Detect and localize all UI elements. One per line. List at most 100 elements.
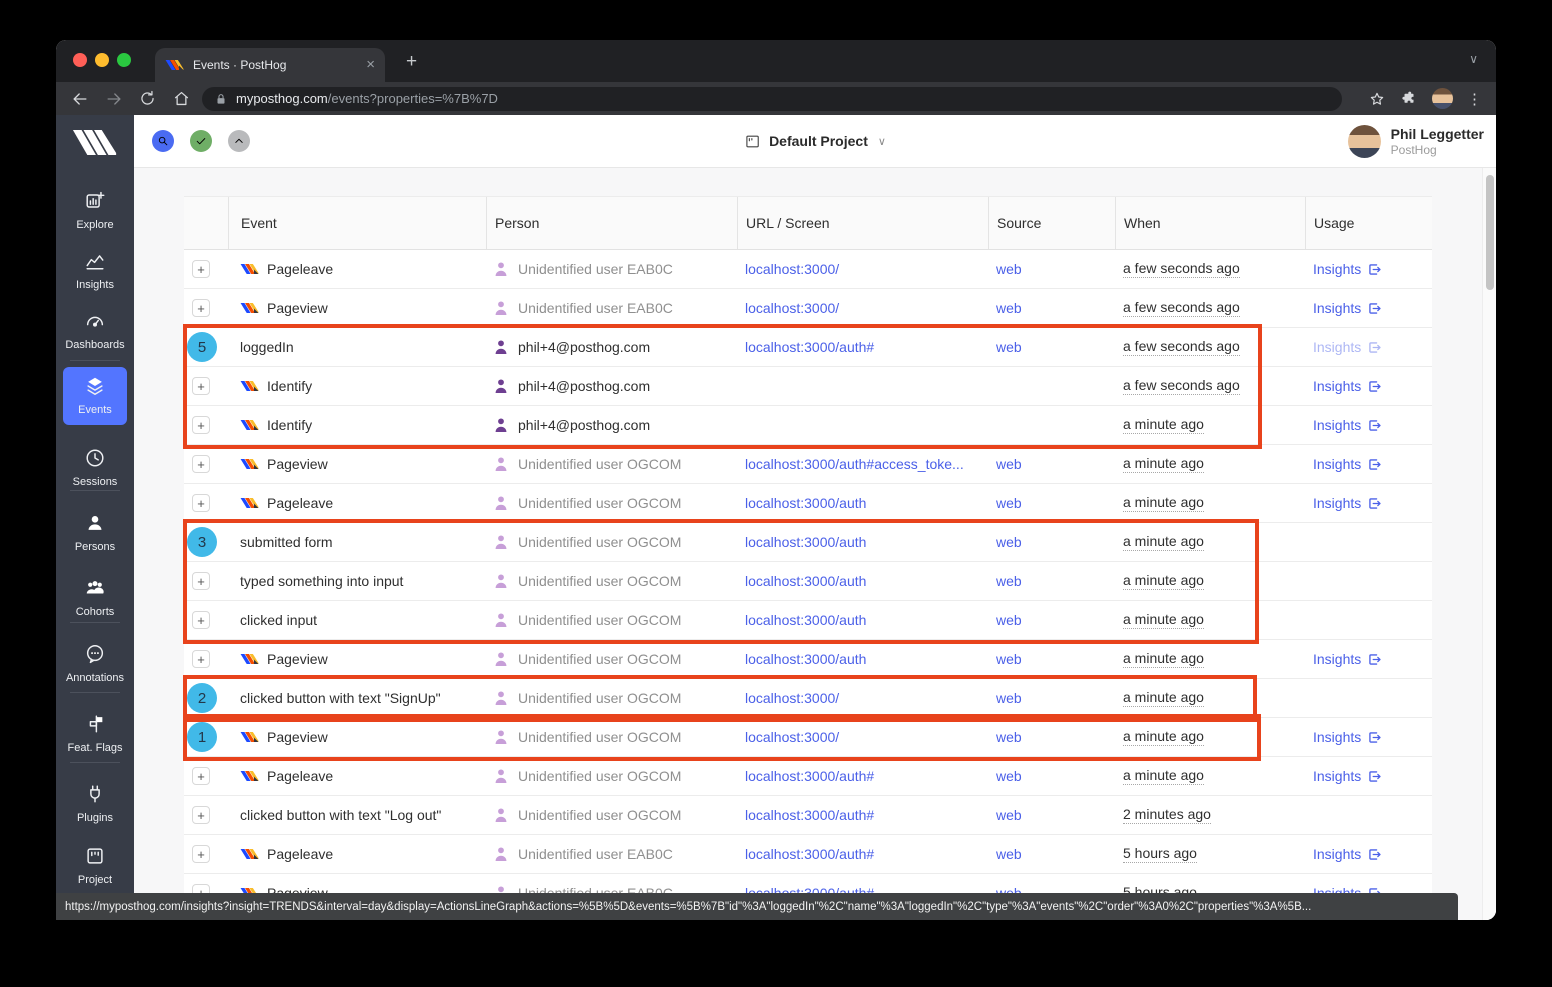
reload-icon[interactable] <box>138 89 158 109</box>
event-name: Identify <box>267 378 312 394</box>
insights-link[interactable]: Insights <box>1313 300 1382 316</box>
expand-button[interactable]: + <box>192 494 210 512</box>
sidebar-item-persons[interactable]: Persons <box>56 512 134 553</box>
sidebar-item-sessions[interactable]: Sessions <box>56 447 134 488</box>
insights-link[interactable]: Insights <box>1313 417 1382 433</box>
sidebar-item-flags[interactable]: Feat. Flags <box>56 713 134 754</box>
source-link[interactable]: web <box>996 495 1022 511</box>
column-header-usage[interactable]: Usage <box>1305 197 1432 249</box>
extensions-puzzle-icon[interactable] <box>1400 90 1418 108</box>
event-cell: Pageleave <box>228 768 486 784</box>
scrollbar-thumb[interactable] <box>1486 175 1494 290</box>
column-header-source[interactable]: Source <box>988 197 1115 249</box>
search-button[interactable] <box>152 130 174 152</box>
sidebar-item-annotations[interactable]: Annotations <box>56 643 134 684</box>
url-link[interactable]: localhost:3000/auth#access_toke... <box>745 456 964 472</box>
source-link[interactable]: web <box>996 534 1022 550</box>
source-link[interactable]: web <box>996 573 1022 589</box>
sidebar-item-dashboards[interactable]: Dashboards <box>56 310 134 351</box>
bookmark-star-icon[interactable] <box>1368 90 1386 108</box>
back-icon[interactable] <box>70 89 90 109</box>
url-link[interactable]: localhost:3000/auth <box>745 651 866 667</box>
browser-profile-avatar[interactable] <box>1432 88 1453 109</box>
status-check-button[interactable] <box>190 130 212 152</box>
close-window-button[interactable] <box>73 53 87 67</box>
zoom-window-button[interactable] <box>117 53 131 67</box>
expand-button[interactable]: + <box>192 377 210 395</box>
expand-button[interactable]: + <box>192 650 210 668</box>
source-link[interactable]: web <box>996 261 1022 277</box>
expand-button[interactable]: + <box>192 767 210 785</box>
expand-button[interactable]: + <box>192 299 210 317</box>
sidebar-item-cohorts[interactable]: Cohorts <box>56 577 134 618</box>
source-link[interactable]: web <box>996 846 1022 862</box>
source-link[interactable]: web <box>996 651 1022 667</box>
person-cell: Unidentified user EAB0C <box>486 300 737 316</box>
column-header-person[interactable]: Person <box>486 197 737 249</box>
new-tab-button[interactable]: + <box>406 51 417 73</box>
insights-link[interactable]: Insights <box>1313 651 1382 667</box>
expand-cell: + <box>184 455 228 473</box>
insights-link[interactable]: Insights <box>1313 261 1382 277</box>
project-selector[interactable]: Default Project ∨ <box>744 133 886 150</box>
sidebar-item-plugins[interactable]: Plugins <box>56 783 134 824</box>
url-link[interactable]: localhost:3000/auth <box>745 612 866 628</box>
sidebar-item-label: Persons <box>56 541 134 553</box>
expand-button[interactable]: + <box>192 260 210 278</box>
source-link[interactable]: web <box>996 768 1022 784</box>
insights-link[interactable]: Insights <box>1313 495 1382 511</box>
expand-button[interactable]: + <box>192 611 210 629</box>
url-link[interactable]: localhost:3000/auth <box>745 534 866 550</box>
sidebar-item-insights[interactable]: Insights <box>56 250 134 291</box>
url-link[interactable]: localhost:3000/auth# <box>745 807 874 823</box>
sidebar-item-explore[interactable]: Explore <box>56 190 134 231</box>
expand-button[interactable]: + <box>192 806 210 824</box>
expand-cell: + <box>184 572 228 590</box>
sidebar-item-events[interactable]: Events <box>56 375 134 416</box>
expand-button[interactable]: + <box>192 455 210 473</box>
expand-button[interactable]: + <box>192 416 210 434</box>
insights-link[interactable]: Insights <box>1313 339 1382 355</box>
url-link[interactable]: localhost:3000/ <box>745 690 839 706</box>
tab-close-icon[interactable]: × <box>366 58 375 72</box>
url-link[interactable]: localhost:3000/auth <box>745 495 866 511</box>
column-header-when[interactable]: When <box>1115 197 1305 249</box>
browser-menu-kebab-icon[interactable]: ⋮ <box>1467 90 1482 108</box>
column-header-event[interactable]: Event <box>228 197 486 249</box>
tab-search-chevron-icon[interactable]: ∨ <box>1469 52 1478 66</box>
source-link[interactable]: web <box>996 300 1022 316</box>
source-link[interactable]: web <box>996 729 1022 745</box>
url-link[interactable]: localhost:3000/ <box>745 729 839 745</box>
url-link[interactable]: localhost:3000/auth <box>745 573 866 589</box>
url-link[interactable]: localhost:3000/ <box>745 261 839 277</box>
insights-link[interactable]: Insights <box>1313 378 1382 394</box>
insights-link[interactable]: Insights <box>1313 846 1382 862</box>
address-bar[interactable]: myposthog.com/events?properties=%7B%7D <box>202 87 1342 111</box>
url-link[interactable]: localhost:3000/auth# <box>745 339 874 355</box>
minimize-window-button[interactable] <box>95 53 109 67</box>
browser-tab[interactable]: Events · PostHog × <box>155 48 385 82</box>
insights-link[interactable]: Insights <box>1313 456 1382 472</box>
source-link[interactable]: web <box>996 339 1022 355</box>
column-header-url-screen[interactable]: URL / Screen <box>737 197 988 249</box>
source-cell: web <box>988 729 1115 745</box>
url-link[interactable]: localhost:3000/auth# <box>745 846 874 862</box>
posthog-logo[interactable] <box>56 128 134 162</box>
source-link[interactable]: web <box>996 807 1022 823</box>
user-menu[interactable]: Phil Leggetter PostHog <box>1348 125 1484 158</box>
collapse-button[interactable] <box>228 130 250 152</box>
insights-link[interactable]: Insights <box>1313 729 1382 745</box>
forward-icon[interactable] <box>104 89 124 109</box>
scrollbar-track[interactable] <box>1482 168 1496 920</box>
source-link[interactable]: web <box>996 612 1022 628</box>
home-icon[interactable] <box>172 89 192 109</box>
source-link[interactable]: web <box>996 690 1022 706</box>
url-link[interactable]: localhost:3000/ <box>745 300 839 316</box>
sidebar-item-project[interactable]: Project <box>56 845 134 886</box>
expand-button[interactable]: + <box>192 845 210 863</box>
url-link[interactable]: localhost:3000/auth# <box>745 768 874 784</box>
sidebar-divider <box>70 360 120 361</box>
insights-link[interactable]: Insights <box>1313 768 1382 784</box>
source-link[interactable]: web <box>996 456 1022 472</box>
expand-button[interactable]: + <box>192 572 210 590</box>
